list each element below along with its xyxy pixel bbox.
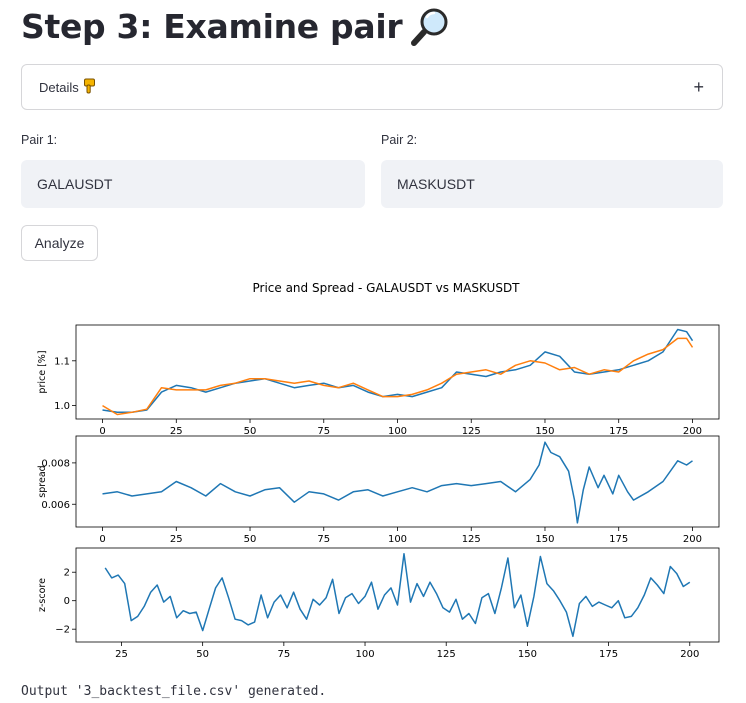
panel3-ylabel: z-score: [37, 578, 48, 612]
page-title: Step 3: Examine pair: [21, 6, 450, 46]
expander-toggle-icon[interactable]: +: [693, 77, 704, 98]
panel1-xtick-label: 150: [535, 426, 554, 437]
panel1-xtick-label: 200: [683, 426, 702, 437]
panel1-ylabel: price [%]: [37, 350, 48, 393]
panel3-xtick-label: 200: [680, 649, 699, 660]
panel3-xtick-label: 25: [115, 649, 128, 660]
magnifying-glass-icon: [410, 6, 450, 46]
pair1-label: Pair 1:: [21, 133, 58, 147]
panel2-xtick-label: 100: [388, 534, 407, 545]
panel1-xtick-label: 25: [170, 426, 183, 437]
panel3-xtick-label: 150: [518, 649, 537, 660]
panel1-xtick-label: 0: [99, 426, 105, 437]
output-message: Output '3_backtest_file.csv' generated.: [21, 684, 327, 699]
pointing-down-hand-icon: [83, 78, 97, 97]
panel1-xtick-label: 50: [244, 426, 257, 437]
panel1-ytick-label: 1.1: [54, 356, 70, 367]
panel2-series-line-1: [102, 441, 693, 524]
panel3-ytick-label: 2: [64, 568, 70, 579]
panel2-xtick-label: 25: [170, 534, 183, 545]
panel3-ytick-label: 0: [64, 596, 70, 607]
panel2-ylabel: spread: [37, 465, 48, 497]
panel3-xtick-label: 175: [599, 649, 618, 660]
analyze-button[interactable]: Analyze: [21, 225, 98, 261]
pair1-input[interactable]: GALAUSDT: [21, 160, 365, 208]
panel2-xtick-label: 175: [609, 534, 628, 545]
pair2-label: Pair 2:: [381, 133, 418, 147]
panel3-series-line-1: [104, 552, 691, 638]
panel3-axes-frame: [75, 547, 720, 643]
panel2-xtick-label: 125: [462, 534, 481, 545]
page-title-text: Step 3: Examine pair: [21, 6, 403, 46]
panel1-xtick-label: 75: [317, 426, 330, 437]
pair2-input[interactable]: MASKUSDT: [381, 160, 723, 208]
panel3-xtick-label: 50: [196, 649, 209, 660]
panel1-xtick-label: 125: [462, 426, 481, 437]
panel2-xtick-label: 50: [244, 534, 257, 545]
panel2-xtick-label: 200: [683, 534, 702, 545]
details-expander[interactable]: Details +: [21, 64, 723, 110]
price-spread-chart: Price and Spread - GALAUSDT vs MASKUSDT …: [37, 281, 720, 660]
panel1-xtick-label: 175: [609, 426, 628, 437]
panel3-ytick-label: −2: [55, 625, 70, 636]
panel1-series-line-2: [102, 337, 694, 416]
panel2-xtick-label: 0: [99, 534, 105, 545]
panel2-xtick-label: 75: [317, 534, 330, 545]
panel1-axes-frame: [75, 324, 720, 420]
panel1-ytick-label: 1.0: [54, 401, 70, 412]
panel3-xtick-label: 125: [437, 649, 456, 660]
panel2-ytick-label: 0.006: [41, 500, 70, 511]
panel3-xtick-label: 75: [277, 649, 290, 660]
details-expander-header: Details: [39, 78, 97, 97]
panel2-xtick-label: 150: [535, 534, 554, 545]
panel1-xtick-label: 100: [388, 426, 407, 437]
panel1-series-line-1: [102, 328, 694, 414]
chart-title: Price and Spread - GALAUSDT vs MASKUSDT: [252, 281, 520, 295]
details-expander-label: Details: [39, 79, 79, 95]
panel3-xtick-label: 100: [355, 649, 374, 660]
